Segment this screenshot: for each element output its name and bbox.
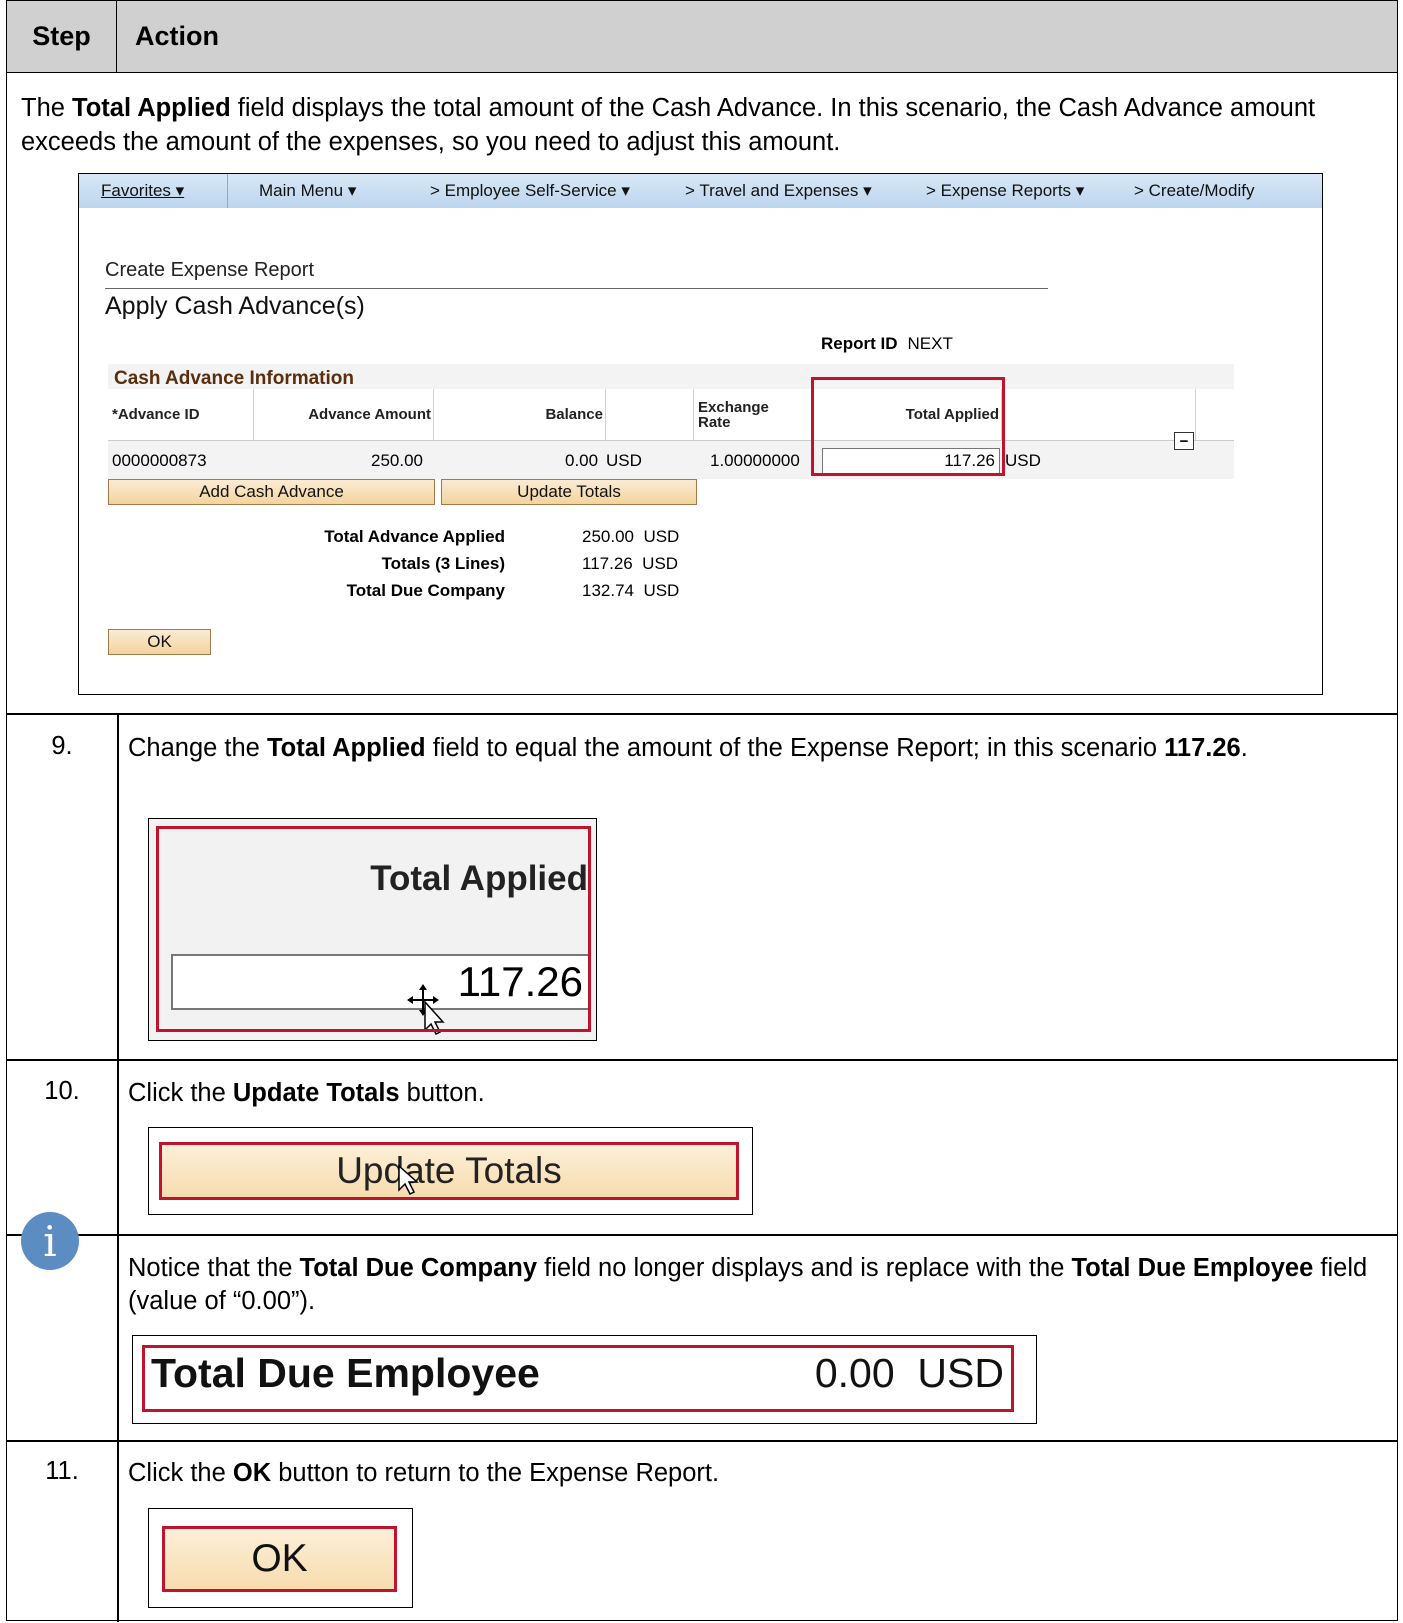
pointer-cursor-icon — [398, 1164, 419, 1196]
total-due-company-value: 132.74 USD — [582, 581, 680, 600]
report-id-label: Report ID — [821, 334, 898, 353]
zoom-update-totals-button[interactable]: Update Totals — [159, 1142, 739, 1200]
table-header: Step Action — [7, 1, 1397, 73]
nav-separator — [227, 174, 228, 208]
cell-advance-id: 0000000873 — [112, 451, 207, 470]
delete-row-button[interactable]: − — [1174, 432, 1194, 450]
zoom-total-due-employee-label: Total Due Employee — [151, 1350, 540, 1396]
exchange-rate-header: Exchange Rate — [698, 398, 769, 431]
col-spacer — [1002, 389, 1196, 440]
intro-text: The Total Applied field displays the tot… — [21, 91, 1381, 159]
step-number: 10. — [44, 1077, 80, 1105]
col-balance-currency — [606, 389, 694, 440]
zoom-total-due-employee-value: 0.00 USD — [814, 1350, 1004, 1396]
highlight-zoom-total-applied — [156, 826, 591, 1032]
page-title: Apply Cash Advance(s) — [105, 292, 365, 320]
step-9-bold-value: 117.26 — [1164, 734, 1241, 762]
step-11-text-part: Click the — [128, 1459, 233, 1487]
ok-button[interactable]: OK — [108, 629, 211, 655]
column-divider — [117, 713, 119, 1622]
update-totals-button[interactable]: Update Totals — [441, 479, 697, 505]
highlight-total-applied — [811, 377, 1005, 476]
grid-title: Cash Advance Information — [114, 368, 355, 389]
add-cash-advance-button[interactable]: Add Cash Advance — [108, 479, 435, 505]
row-divider — [7, 1440, 1397, 1442]
step-9-text-part: Change the — [128, 734, 267, 762]
main-menu[interactable]: Main Menu ▾ — [259, 181, 356, 201]
instruction-table: Step Action The Total Applied field disp… — [6, 0, 1398, 1622]
totals-lines-value: 117.26 USD — [582, 554, 679, 573]
row-divider — [7, 713, 1397, 715]
title-divider — [105, 288, 1048, 289]
step-number: 9. — [51, 732, 73, 760]
table-row: 0000000873 250.00 0.00 USD 1.00000000 US… — [108, 441, 1234, 479]
action-column-header: Action — [135, 21, 219, 51]
nav-expense-reports[interactable]: > Expense Reports ▾ — [926, 181, 1084, 201]
apply-cash-advance-screenshot: Favorites ▾ Main Menu ▾ > Employee Self-… — [78, 173, 1323, 695]
info-bold: Total Due Company — [299, 1254, 538, 1282]
step-10-text: Click the Update Totals button. — [128, 1077, 1378, 1110]
intro-part-1: The — [21, 94, 73, 122]
total-due-company-label: Total Due Company — [346, 581, 505, 600]
section-title: Create Expense Report — [105, 259, 315, 281]
total-advance-applied-value: 250.00 USD — [582, 527, 680, 546]
update-totals-zoom: Update Totals — [148, 1127, 753, 1215]
col-advance-amount: Advance Amount — [254, 389, 434, 440]
info-text-part: Notice that the — [128, 1254, 300, 1282]
step-9-text-part: . — [1240, 734, 1248, 762]
step-10-text-part: Click the — [128, 1079, 233, 1107]
step-9-text-part: field to equal the amount of the Expense… — [425, 734, 1165, 762]
totals-lines-label: Totals (3 Lines) — [381, 554, 505, 573]
step-10-bold: Update Totals — [232, 1079, 400, 1107]
col-balance: Balance — [434, 389, 606, 440]
total-applied-zoom: Total Applied 117.26 — [148, 818, 597, 1041]
intro-bold: Total Applied — [72, 94, 231, 122]
total-due-employee-zoom: Total Due Employee 0.00 USD — [132, 1335, 1037, 1424]
favorites-menu[interactable]: Favorites ▾ — [101, 181, 184, 201]
info-note-text: Notice that the Total Due Company field … — [128, 1252, 1378, 1318]
zoom-ok-button[interactable]: OK — [162, 1526, 397, 1592]
step-9-bold: Total Applied — [266, 734, 426, 762]
report-id-value: NEXT — [907, 334, 953, 353]
info-icon: i — [21, 1212, 79, 1270]
nav-travel-and-expenses[interactable]: > Travel and Expenses ▾ — [685, 181, 872, 201]
info-text-part: field no longer displays and is replace … — [537, 1254, 1072, 1282]
step-number: 11. — [45, 1457, 79, 1485]
report-id: Report ID NEXT — [821, 334, 953, 354]
cell-balance-currency: USD — [606, 451, 642, 470]
cash-advance-grid: Cash Advance Information *Advance ID Adv… — [108, 364, 1234, 479]
step-11-text-part: button to return to the Expense Report. — [271, 1459, 720, 1487]
step-10-text-part: button. — [399, 1079, 485, 1107]
row-divider — [7, 1234, 1397, 1236]
step-column-header: Step — [7, 1, 117, 72]
col-exchange-rate: Exchange Rate — [694, 389, 814, 440]
cell-advance-amount: 250.00 — [371, 451, 423, 470]
row-divider — [7, 1059, 1397, 1061]
cell-total-applied-currency: USD — [1005, 451, 1041, 470]
ok-zoom: OK — [148, 1508, 413, 1608]
nav-create-modify[interactable]: > Create/Modify — [1134, 181, 1254, 201]
step-11-text: Click the OK button to return to the Exp… — [128, 1457, 1378, 1490]
step-9-text: Change the Total Applied field to equal … — [128, 732, 1378, 765]
info-bold: Total Due Employee — [1071, 1254, 1314, 1282]
breadcrumb-nav: Favorites ▾ Main Menu ▾ > Employee Self-… — [79, 174, 1322, 208]
cell-exchange-rate: 1.00000000 — [710, 451, 800, 470]
col-advance-id: *Advance ID — [108, 389, 254, 440]
step-11-bold: OK — [232, 1459, 272, 1487]
cell-balance: 0.00 — [565, 451, 599, 470]
grid-header-row: *Advance ID Advance Amount Balance Excha… — [108, 389, 1234, 441]
total-advance-applied-label: Total Advance Applied — [324, 527, 505, 546]
nav-employee-self-service[interactable]: > Employee Self-Service ▾ — [430, 181, 630, 201]
